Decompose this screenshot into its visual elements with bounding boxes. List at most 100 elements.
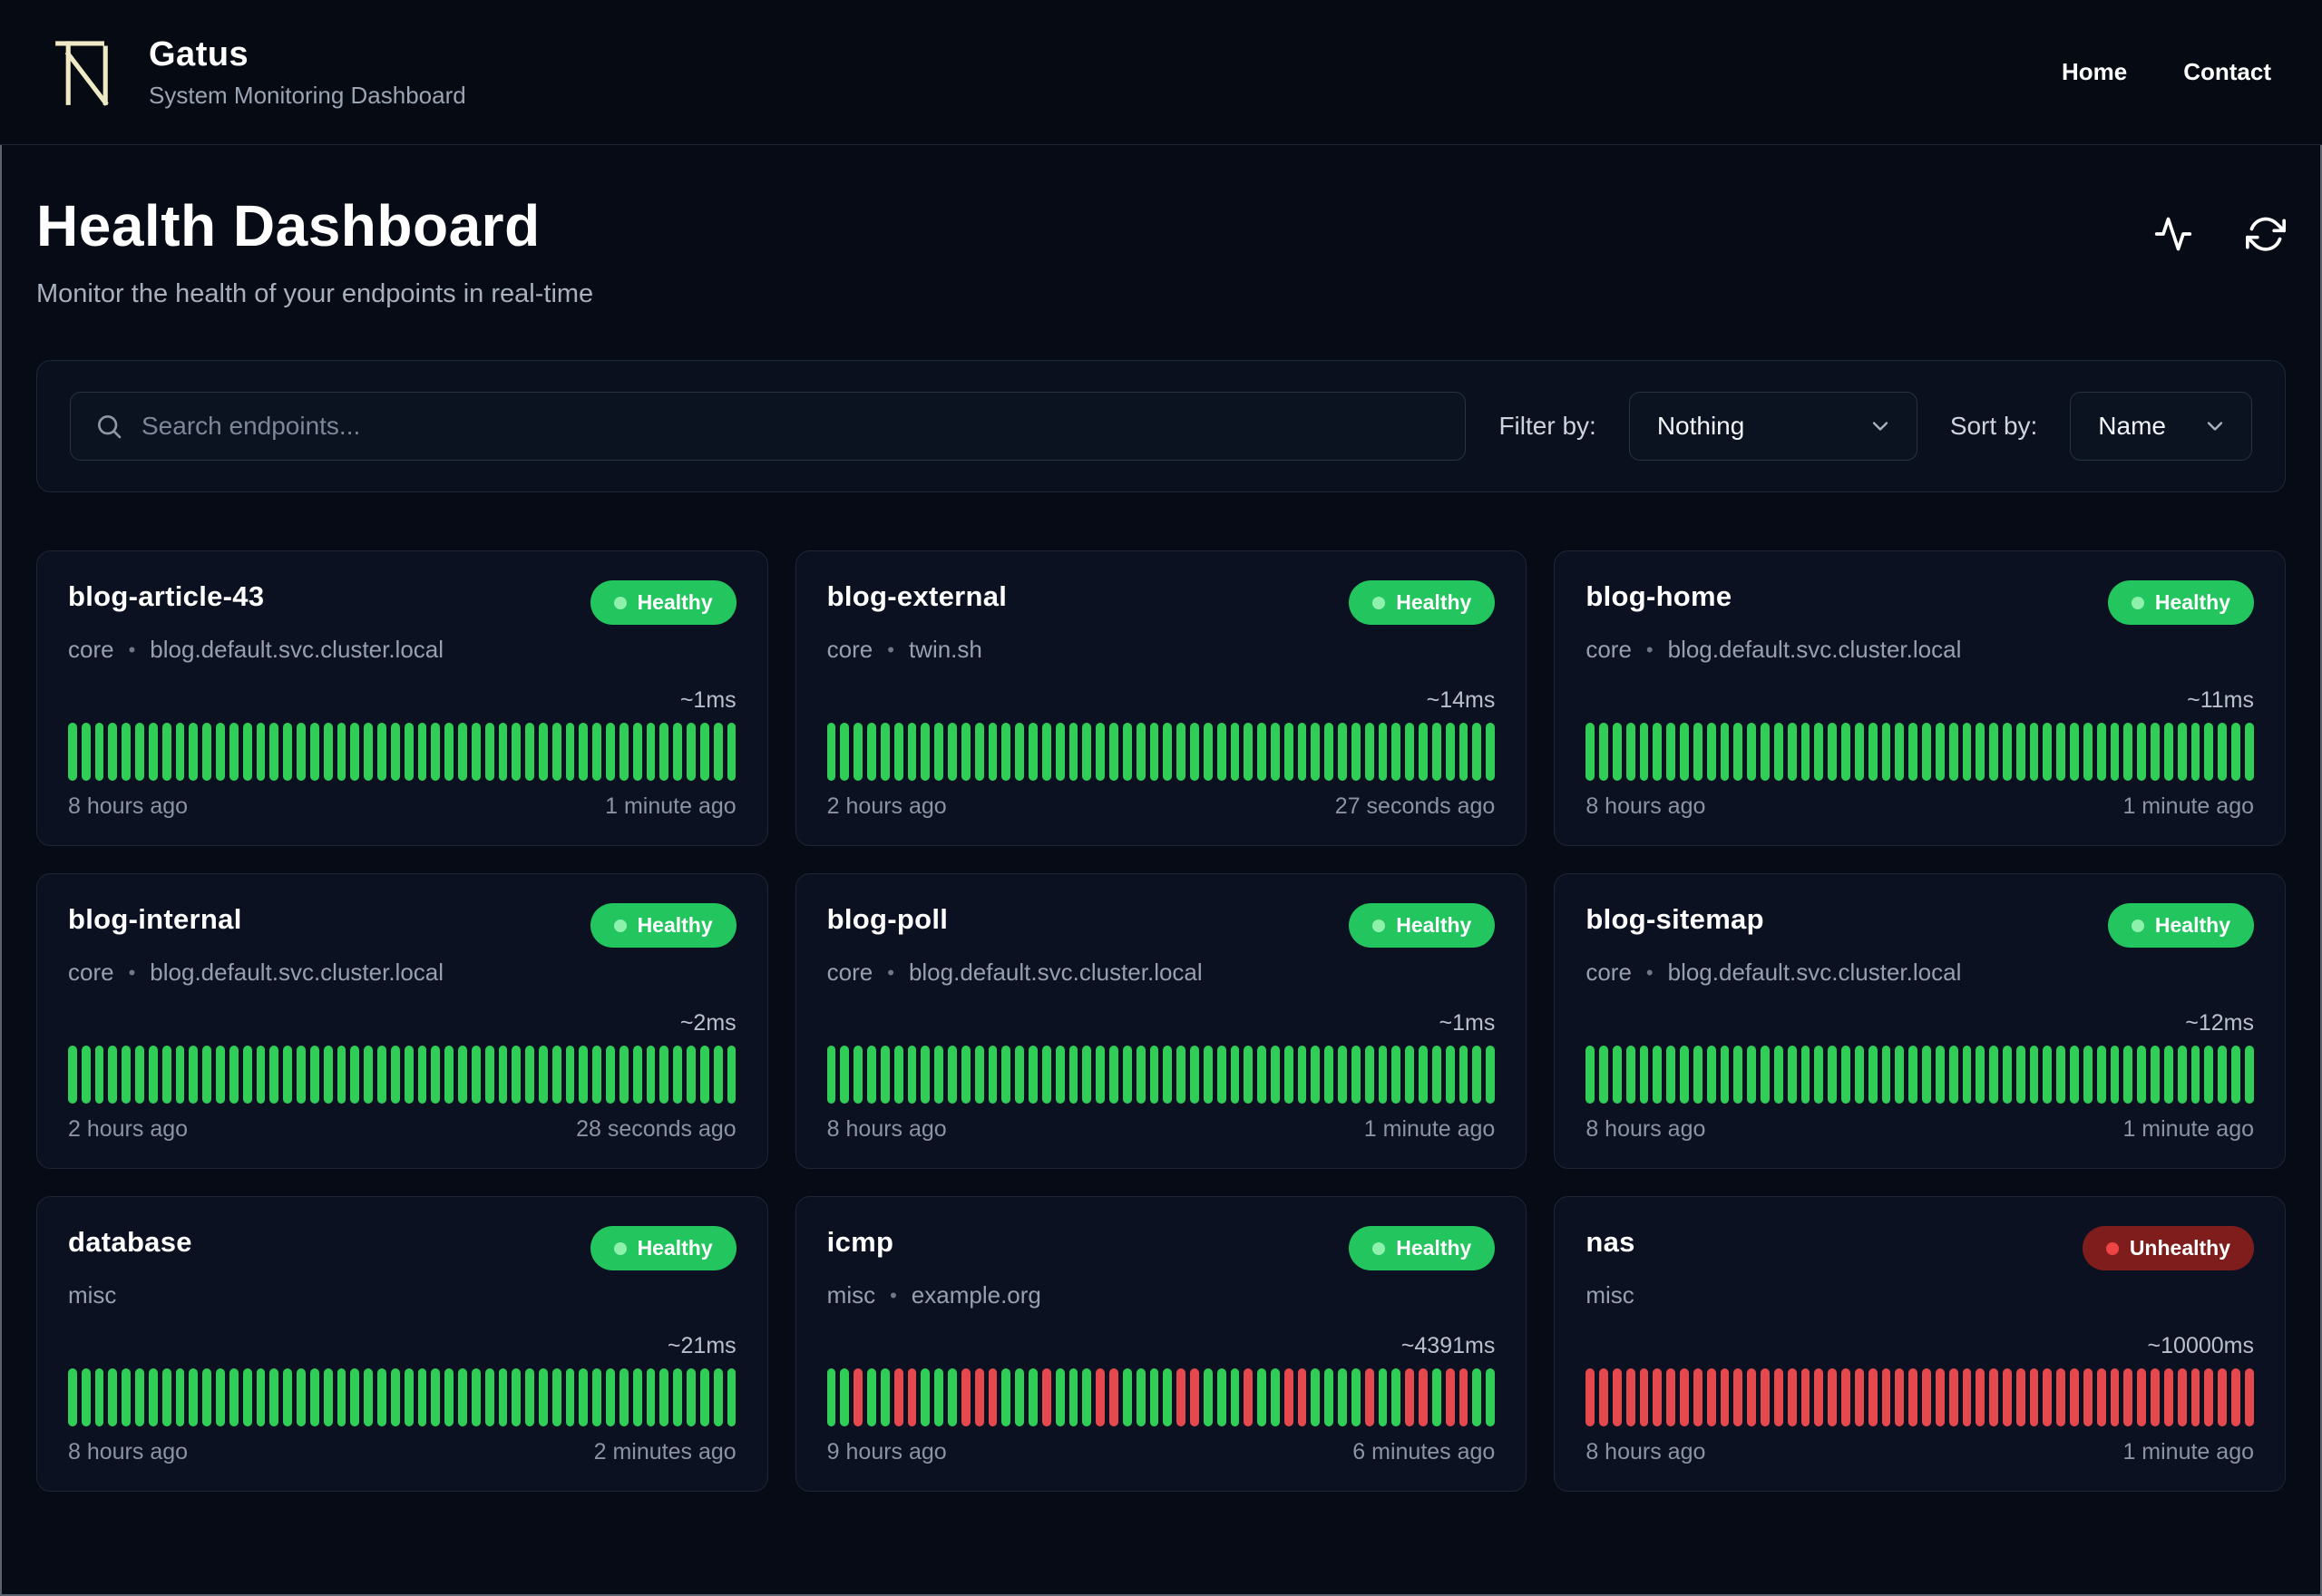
endpoint-card[interactable]: blog-sitemap Healthy core • blog.default… — [1554, 873, 2286, 1169]
uptime-bar-failure[interactable] — [1935, 1368, 1945, 1426]
uptime-bar-success[interactable] — [2056, 723, 2066, 781]
uptime-bar-success[interactable] — [1324, 1368, 1334, 1426]
uptime-bar-success[interactable] — [1122, 1046, 1132, 1104]
uptime-bar-success[interactable] — [1445, 723, 1455, 781]
uptime-bar-success[interactable] — [1230, 723, 1240, 781]
uptime-bar-success[interactable] — [68, 723, 77, 781]
uptime-bar-success[interactable] — [309, 1368, 319, 1426]
uptime-bar-success[interactable] — [2043, 1046, 2053, 1104]
uptime-bar-success[interactable] — [1639, 1046, 1649, 1104]
uptime-bar-success[interactable] — [659, 723, 669, 781]
uptime-bar-success[interactable] — [122, 723, 132, 781]
uptime-bar-success[interactable] — [1096, 1046, 1106, 1104]
uptime-bar-success[interactable] — [1948, 1046, 1958, 1104]
uptime-bar-success[interactable] — [1989, 723, 1998, 781]
uptime-bar-failure[interactable] — [1176, 1368, 1186, 1426]
uptime-bar-success[interactable] — [1733, 723, 1743, 781]
uptime-bar-success[interactable] — [417, 723, 427, 781]
uptime-bar-success[interactable] — [417, 1046, 427, 1104]
uptime-bar-failure[interactable] — [1625, 1368, 1635, 1426]
uptime-bar-success[interactable] — [551, 723, 561, 781]
uptime-bar-failure[interactable] — [1599, 1368, 1608, 1426]
uptime-bar-success[interactable] — [1096, 723, 1106, 781]
uptime-bar-success[interactable] — [1419, 1046, 1428, 1104]
uptime-bar-success[interactable] — [2070, 1046, 2079, 1104]
uptime-bar-success[interactable] — [579, 1046, 589, 1104]
uptime-bar-success[interactable] — [458, 1046, 467, 1104]
uptime-bar-success[interactable] — [1666, 723, 1676, 781]
uptime-bar-failure[interactable] — [1747, 1368, 1757, 1426]
uptime-bar-success[interactable] — [1136, 1368, 1146, 1426]
uptime-bar-success[interactable] — [713, 1368, 723, 1426]
uptime-bar-success[interactable] — [907, 1046, 917, 1104]
uptime-bar-success[interactable] — [269, 1046, 279, 1104]
uptime-bar-success[interactable] — [687, 1368, 696, 1426]
uptime-bar-success[interactable] — [444, 1368, 454, 1426]
uptime-bar-success[interactable] — [1297, 1046, 1307, 1104]
uptime-bar-success[interactable] — [471, 1046, 481, 1104]
uptime-bar-success[interactable] — [826, 723, 836, 781]
uptime-bar-failure[interactable] — [1922, 1368, 1931, 1426]
uptime-bar-success[interactable] — [1733, 1046, 1743, 1104]
uptime-bar-success[interactable] — [1068, 723, 1078, 781]
uptime-bar-success[interactable] — [404, 1046, 414, 1104]
uptime-bar-success[interactable] — [538, 1368, 548, 1426]
uptime-bar-success[interactable] — [1612, 1046, 1622, 1104]
uptime-bar-success[interactable] — [404, 723, 414, 781]
uptime-bar-success[interactable] — [1216, 1368, 1226, 1426]
uptime-bar-success[interactable] — [297, 723, 306, 781]
uptime-bar-success[interactable] — [619, 723, 629, 781]
uptime-bar-failure[interactable] — [1761, 1368, 1770, 1426]
uptime-bar-success[interactable] — [1868, 723, 1878, 781]
uptime-bar-success[interactable] — [1068, 1368, 1078, 1426]
refresh-icon[interactable] — [2246, 214, 2286, 254]
uptime-bar-failure[interactable] — [1244, 1368, 1254, 1426]
uptime-bar-success[interactable] — [350, 723, 360, 781]
uptime-bar-success[interactable] — [1230, 1046, 1240, 1104]
uptime-bar-success[interactable] — [122, 1368, 132, 1426]
uptime-bar-success[interactable] — [202, 723, 212, 781]
uptime-bar-success[interactable] — [867, 1368, 876, 1426]
uptime-bar-failure[interactable] — [2110, 1368, 2120, 1426]
uptime-bar-success[interactable] — [1041, 1046, 1051, 1104]
uptime-bar-success[interactable] — [1082, 1368, 1092, 1426]
uptime-bar-success[interactable] — [525, 1368, 534, 1426]
uptime-bar-success[interactable] — [867, 723, 876, 781]
uptime-bar-success[interactable] — [1761, 1046, 1770, 1104]
uptime-bar-success[interactable] — [337, 1046, 346, 1104]
uptime-bar-success[interactable] — [1163, 1046, 1173, 1104]
uptime-bar-success[interactable] — [840, 723, 850, 781]
uptime-bar-success[interactable] — [1612, 723, 1622, 781]
uptime-bar-success[interactable] — [1948, 723, 1958, 781]
uptime-bar-failure[interactable] — [2043, 1368, 2053, 1426]
uptime-bar-failure[interactable] — [1445, 1368, 1455, 1426]
uptime-bar-success[interactable] — [216, 1046, 225, 1104]
brand[interactable]: Gatus System Monitoring Dashboard — [51, 35, 466, 110]
uptime-bar-success[interactable] — [229, 1368, 239, 1426]
uptime-bar-success[interactable] — [1693, 1046, 1702, 1104]
uptime-bar-success[interactable] — [1082, 723, 1092, 781]
uptime-bar-success[interactable] — [1378, 1368, 1388, 1426]
uptime-bar-success[interactable] — [1908, 1046, 1918, 1104]
uptime-bar-success[interactable] — [309, 1046, 319, 1104]
uptime-bar-success[interactable] — [1653, 723, 1663, 781]
uptime-bar-success[interactable] — [826, 1368, 836, 1426]
uptime-bar-success[interactable] — [1190, 1046, 1199, 1104]
uptime-bar-success[interactable] — [1625, 1046, 1635, 1104]
uptime-bar-success[interactable] — [1773, 723, 1783, 781]
uptime-bar-success[interactable] — [2110, 1046, 2120, 1104]
uptime-bar-success[interactable] — [1203, 723, 1213, 781]
uptime-bar-success[interactable] — [471, 723, 481, 781]
uptime-bar-success[interactable] — [2231, 723, 2240, 781]
uptime-bar-success[interactable] — [632, 1368, 642, 1426]
uptime-bar-failure[interactable] — [1666, 1368, 1676, 1426]
uptime-bar-success[interactable] — [2204, 723, 2214, 781]
uptime-bar-success[interactable] — [1055, 1046, 1065, 1104]
uptime-bar-success[interactable] — [921, 1046, 931, 1104]
search-input[interactable] — [141, 412, 1442, 441]
uptime-bar-success[interactable] — [538, 723, 548, 781]
uptime-bar-failure[interactable] — [2015, 1368, 2025, 1426]
uptime-bar-success[interactable] — [175, 1046, 185, 1104]
uptime-bar-success[interactable] — [135, 1046, 144, 1104]
uptime-bar-success[interactable] — [2218, 723, 2228, 781]
